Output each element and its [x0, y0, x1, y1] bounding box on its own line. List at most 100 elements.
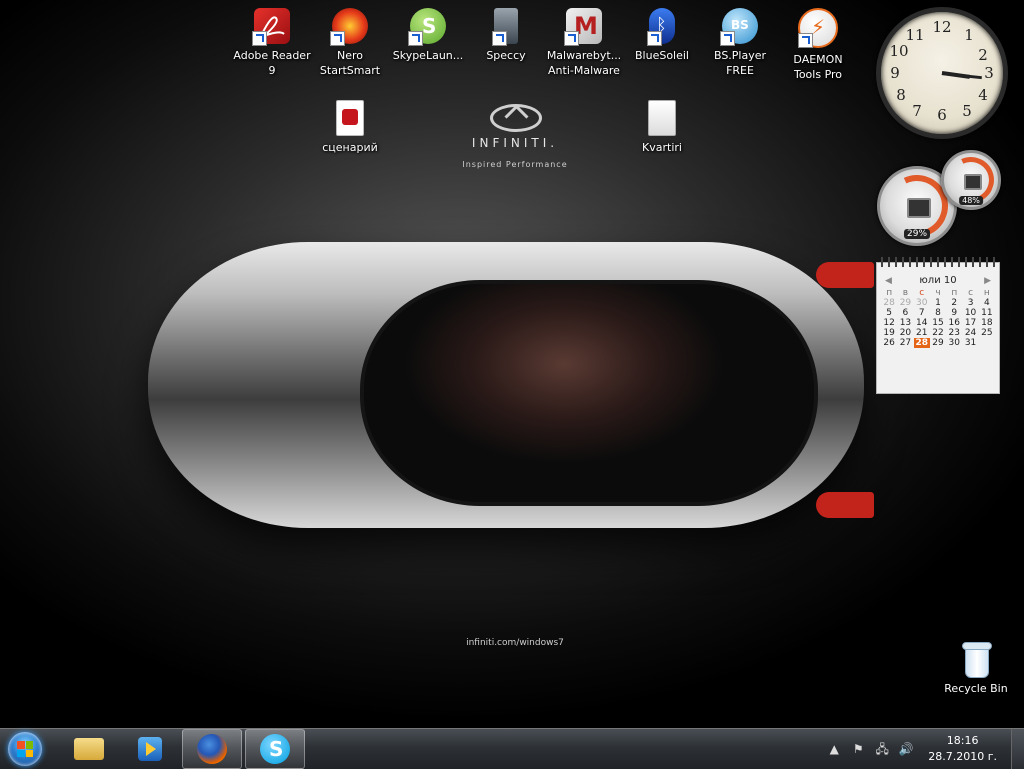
shortcut-arrow-icon [798, 33, 813, 48]
icon-label: Speccy [486, 49, 526, 62]
calendar-day[interactable]: 10 [962, 308, 978, 318]
calendar-day[interactable]: 24 [962, 328, 978, 338]
ram-meter-gadget[interactable]: 48% [941, 150, 1001, 210]
taskbar-firefox-button[interactable] [182, 729, 242, 769]
desktop: Adobe Reader 9 Nero StartSmart S SkypeLa… [0, 0, 1024, 728]
icon-label: Nero StartSmart [319, 49, 381, 77]
next-month-icon[interactable]: ▶ [984, 276, 991, 286]
desktop-icon-daemon-tools[interactable]: ⚡ DAEMON Tools Pro [779, 0, 857, 82]
speccy-icon [492, 8, 518, 46]
calendar-day[interactable]: 19 [881, 328, 897, 338]
desktop-icon-skype-launcher[interactable]: S SkypeLaun... [389, 0, 467, 63]
taskbar-date: 28.7.2010 г. [928, 750, 997, 763]
text-file-icon [648, 100, 676, 136]
taskbar-media-player-button[interactable] [121, 730, 179, 768]
bsplayer-bs-glyph: BS [731, 18, 749, 32]
calendar-day[interactable]: 23 [946, 328, 962, 338]
calendar-week: 19 20 21 22 23 24 25 [877, 328, 999, 338]
calendar-day[interactable]: 7 [914, 308, 930, 318]
calendar-day[interactable]: 1 [930, 298, 946, 308]
start-button[interactable] [0, 729, 46, 769]
taskbar-explorer-button[interactable] [60, 730, 118, 768]
icon-label: сценарий [322, 141, 378, 154]
taskbar-skype-button[interactable]: S [245, 729, 305, 769]
calendar-gadget[interactable]: ◀ юли 10 ▶ п в с ч п с н 28 29 30 1 2 3 4 5 6 7 8 9… [876, 257, 1000, 394]
calendar-day[interactable]: 27 [897, 338, 913, 348]
windows-logo-icon [17, 741, 33, 757]
calendar-day[interactable]: 29 [930, 338, 946, 348]
calendar-day[interactable] [979, 338, 995, 348]
calendar-day[interactable]: 18 [979, 318, 995, 328]
skype-s-glyph: S [269, 737, 284, 761]
calendar-day[interactable]: 31 [962, 338, 978, 348]
calendar-day[interactable]: 9 [946, 308, 962, 318]
calendar-day[interactable]: 22 [930, 328, 946, 338]
calendar-day[interactable]: 8 [930, 308, 946, 318]
calendar-week: 28 29 30 1 2 3 4 [877, 298, 999, 308]
clock-number: 11 [905, 26, 925, 44]
desktop-icon-adobe-reader[interactable]: Adobe Reader 9 [233, 0, 311, 78]
calendar-day[interactable]: 29 [897, 298, 913, 308]
taskbar: S ▲ ⚑ 🖧 🔊 18:16 28.7.2010 г. [0, 728, 1024, 769]
desktop-icon-scenario-pdf[interactable]: сценарий [311, 92, 389, 155]
desktop-icon-recycle-bin[interactable]: Recycle Bin [940, 640, 1012, 695]
calendar-week: 12 13 14 15 16 17 18 [877, 318, 999, 328]
calendar-day[interactable]: 15 [930, 318, 946, 328]
calendar-day[interactable]: 30 [914, 298, 930, 308]
clock-number: 8 [896, 86, 906, 104]
show-hidden-icons-icon[interactable]: ▲ [826, 741, 842, 757]
calendar-day[interactable]: 30 [946, 338, 962, 348]
clock-number: 12 [932, 18, 952, 36]
desktop-icon-bluesoleil[interactable]: ᛒ BlueSoleil [623, 0, 701, 63]
clock-number: 7 [912, 102, 922, 120]
calendar-day[interactable]: 12 [881, 318, 897, 328]
shortcut-arrow-icon [252, 31, 267, 46]
desktop-icon-malwarebytes[interactable]: M Malwarebyt... Anti-Malware [545, 0, 623, 78]
car-taillight-top [816, 262, 874, 288]
calendar-day[interactable]: 14 [914, 318, 930, 328]
calendar-day[interactable]: 6 [897, 308, 913, 318]
day-of-week: п [951, 288, 958, 298]
desktop-icon-kvartiri[interactable]: Kvartiri [623, 92, 701, 155]
calendar-day[interactable]: 20 [897, 328, 913, 338]
calendar-day[interactable]: 28 [881, 298, 897, 308]
clock-gadget[interactable]: 12 1 2 3 4 5 6 7 8 9 10 11 [876, 7, 1008, 139]
calendar-day[interactable]: 21 [914, 328, 930, 338]
volume-icon[interactable]: 🔊 [898, 741, 914, 757]
cpu-chip-icon [907, 198, 931, 218]
calendar-day[interactable]: 17 [962, 318, 978, 328]
icon-label: Malwarebyt... Anti-Malware [546, 49, 622, 77]
bsplayer-icon: BS [720, 8, 758, 46]
clock-number: 1 [964, 26, 974, 44]
day-of-week: ч [935, 288, 941, 298]
prev-month-icon[interactable]: ◀ [885, 276, 892, 286]
icon-label: Kvartiri [642, 141, 682, 154]
shortcut-arrow-icon [564, 31, 579, 46]
calendar-day[interactable]: 11 [979, 308, 995, 318]
action-center-flag-icon[interactable]: ⚑ [850, 741, 866, 757]
calendar-day[interactable]: 3 [962, 298, 978, 308]
calendar-day[interactable]: 26 [881, 338, 897, 348]
calendar-day[interactable]: 13 [897, 318, 913, 328]
play-glyph [146, 742, 156, 756]
calendar-day[interactable]: 5 [881, 308, 897, 318]
day-of-week: п [886, 288, 893, 298]
lightning-glyph: ⚡ [811, 15, 826, 39]
calendar-day[interactable]: 2 [946, 298, 962, 308]
network-icon[interactable]: 🖧 [874, 741, 890, 757]
day-of-week: в [902, 288, 909, 298]
desktop-icon-speccy[interactable]: Speccy [467, 0, 545, 63]
desktop-icon-nero[interactable]: Nero StartSmart [311, 0, 389, 78]
calendar-day[interactable]: 25 [979, 328, 995, 338]
calendar-day[interactable]: 28 [913, 338, 930, 348]
taskbar-clock[interactable]: 18:16 28.7.2010 г. [928, 733, 997, 765]
skype-icon: S [260, 734, 290, 764]
show-desktop-button[interactable] [1011, 729, 1024, 769]
calendar-day[interactable]: 16 [946, 318, 962, 328]
shortcut-arrow-icon [647, 31, 662, 46]
recycle-bin-icon [961, 640, 992, 678]
calendar-day[interactable]: 4 [979, 298, 995, 308]
desktop-icon-bsplayer[interactable]: BS BS.Player FREE [701, 0, 779, 78]
brand-name: INFINITI. [471, 136, 559, 150]
clock-number: 3 [984, 64, 994, 82]
